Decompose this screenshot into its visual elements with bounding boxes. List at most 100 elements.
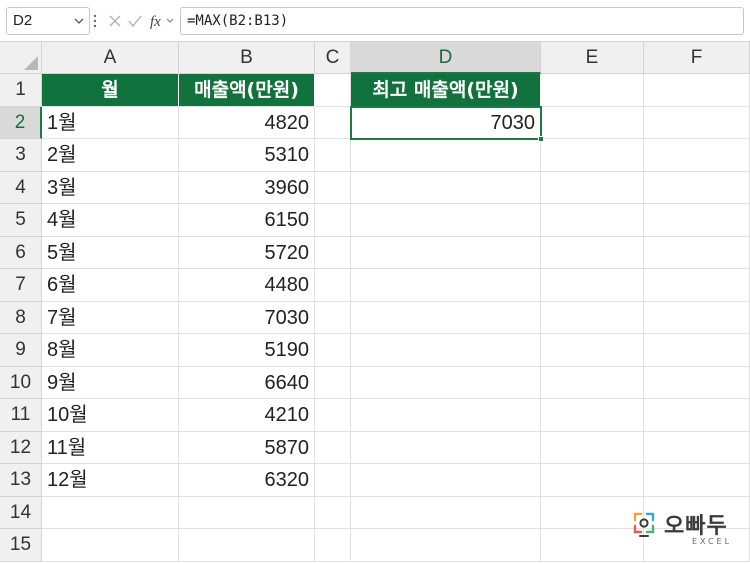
insert-function-icon[interactable]: fx bbox=[148, 7, 174, 35]
sales-cell[interactable]: 5870 bbox=[179, 431, 315, 464]
chevron-down-icon[interactable] bbox=[74, 16, 84, 26]
sales-cell[interactable]: 4820 bbox=[179, 106, 315, 139]
cell-d10[interactable] bbox=[351, 366, 541, 399]
cell-e6[interactable] bbox=[541, 236, 644, 269]
cell-d9[interactable] bbox=[351, 334, 541, 367]
max-sales-result[interactable]: 7030 bbox=[351, 106, 541, 139]
row-header-13[interactable]: 13 bbox=[0, 464, 42, 497]
row-header-12[interactable]: 12 bbox=[0, 431, 42, 464]
sales-cell[interactable]: 6150 bbox=[179, 204, 315, 237]
month-cell[interactable]: 4월 bbox=[42, 204, 179, 237]
cell-c5[interactable] bbox=[315, 204, 351, 237]
cell-c7[interactable] bbox=[315, 269, 351, 302]
sales-cell[interactable]: 6320 bbox=[179, 464, 315, 497]
row-header-4[interactable]: 4 bbox=[0, 171, 42, 204]
cell-f2[interactable] bbox=[644, 106, 750, 139]
fill-handle[interactable] bbox=[538, 136, 544, 142]
cell-f8[interactable] bbox=[644, 301, 750, 334]
row-header-2[interactable]: 2 bbox=[0, 106, 42, 139]
cell-c13[interactable] bbox=[315, 464, 351, 497]
cancel-icon[interactable] bbox=[106, 7, 124, 35]
formula-input[interactable]: =MAX(B2:B13) bbox=[180, 7, 744, 35]
month-cell[interactable]: 6월 bbox=[42, 269, 179, 302]
cell-f7[interactable] bbox=[644, 269, 750, 302]
sales-cell[interactable]: 5190 bbox=[179, 334, 315, 367]
cell-a15[interactable] bbox=[42, 529, 179, 562]
sales-cell[interactable]: 6640 bbox=[179, 366, 315, 399]
sales-cell[interactable]: 4480 bbox=[179, 269, 315, 302]
cell-c4[interactable] bbox=[315, 171, 351, 204]
cell-e3[interactable] bbox=[541, 139, 644, 172]
cell-d5[interactable] bbox=[351, 204, 541, 237]
cell-f12[interactable] bbox=[644, 431, 750, 464]
month-cell[interactable]: 11월 bbox=[42, 431, 179, 464]
cell-e15[interactable] bbox=[541, 529, 644, 562]
cell-e2[interactable] bbox=[541, 106, 644, 139]
cell-e7[interactable] bbox=[541, 269, 644, 302]
cell-e8[interactable] bbox=[541, 301, 644, 334]
cell-e1[interactable] bbox=[541, 74, 644, 107]
cell-f1[interactable] bbox=[644, 74, 750, 107]
column-header-f[interactable]: F bbox=[644, 42, 750, 74]
row-header-6[interactable]: 6 bbox=[0, 236, 42, 269]
cell-d7[interactable] bbox=[351, 269, 541, 302]
cell-f11[interactable] bbox=[644, 399, 750, 432]
cell-e9[interactable] bbox=[541, 334, 644, 367]
cell-c15[interactable] bbox=[315, 529, 351, 562]
cell-e11[interactable] bbox=[541, 399, 644, 432]
header-sales[interactable]: 매출액(만원) bbox=[179, 74, 315, 107]
header-max-sales[interactable]: 최고 매출액(만원) bbox=[351, 74, 541, 107]
cell-a14[interactable] bbox=[42, 496, 179, 529]
cell-d8[interactable] bbox=[351, 301, 541, 334]
month-cell[interactable]: 2월 bbox=[42, 139, 179, 172]
cell-d3[interactable] bbox=[351, 139, 541, 172]
row-header-11[interactable]: 11 bbox=[0, 399, 42, 432]
cell-d11[interactable] bbox=[351, 399, 541, 432]
month-cell[interactable]: 12월 bbox=[42, 464, 179, 497]
cell-f13[interactable] bbox=[644, 464, 750, 497]
sales-cell[interactable]: 7030 bbox=[179, 301, 315, 334]
row-header-10[interactable]: 10 bbox=[0, 366, 42, 399]
cell-e13[interactable] bbox=[541, 464, 644, 497]
cell-c12[interactable] bbox=[315, 431, 351, 464]
cell-f6[interactable] bbox=[644, 236, 750, 269]
cell-c10[interactable] bbox=[315, 366, 351, 399]
month-cell[interactable]: 10월 bbox=[42, 399, 179, 432]
cell-c1[interactable] bbox=[315, 74, 351, 107]
month-cell[interactable]: 1월 bbox=[42, 106, 179, 139]
month-cell[interactable]: 7월 bbox=[42, 301, 179, 334]
cell-c6[interactable] bbox=[315, 236, 351, 269]
cell-c8[interactable] bbox=[315, 301, 351, 334]
row-header-5[interactable]: 5 bbox=[0, 204, 42, 237]
month-cell[interactable]: 8월 bbox=[42, 334, 179, 367]
row-header-3[interactable]: 3 bbox=[0, 139, 42, 172]
cell-d6[interactable] bbox=[351, 236, 541, 269]
cell-e12[interactable] bbox=[541, 431, 644, 464]
row-header-8[interactable]: 8 bbox=[0, 301, 42, 334]
cell-f4[interactable] bbox=[644, 171, 750, 204]
cell-c3[interactable] bbox=[315, 139, 351, 172]
column-header-e[interactable]: E bbox=[541, 42, 644, 74]
row-header-15[interactable]: 15 bbox=[0, 529, 42, 562]
row-header-14[interactable]: 14 bbox=[0, 496, 42, 529]
column-header-c[interactable]: C bbox=[315, 42, 351, 74]
cell-d14[interactable] bbox=[351, 496, 541, 529]
month-cell[interactable]: 5월 bbox=[42, 236, 179, 269]
sales-cell[interactable]: 3960 bbox=[179, 171, 315, 204]
cell-f9[interactable] bbox=[644, 334, 750, 367]
cell-f10[interactable] bbox=[644, 366, 750, 399]
cell-e4[interactable] bbox=[541, 171, 644, 204]
cell-e10[interactable] bbox=[541, 366, 644, 399]
sales-cell[interactable]: 5310 bbox=[179, 139, 315, 172]
cell-e14[interactable] bbox=[541, 496, 644, 529]
cell-c11[interactable] bbox=[315, 399, 351, 432]
cell-d4[interactable] bbox=[351, 171, 541, 204]
select-all-corner[interactable] bbox=[0, 42, 42, 74]
row-header-1[interactable]: 1 bbox=[0, 74, 42, 107]
cell-f5[interactable] bbox=[644, 204, 750, 237]
name-box[interactable]: D2 bbox=[6, 7, 90, 35]
cell-c2[interactable] bbox=[315, 106, 351, 139]
cell-f3[interactable] bbox=[644, 139, 750, 172]
month-cell[interactable]: 9월 bbox=[42, 366, 179, 399]
cell-d12[interactable] bbox=[351, 431, 541, 464]
